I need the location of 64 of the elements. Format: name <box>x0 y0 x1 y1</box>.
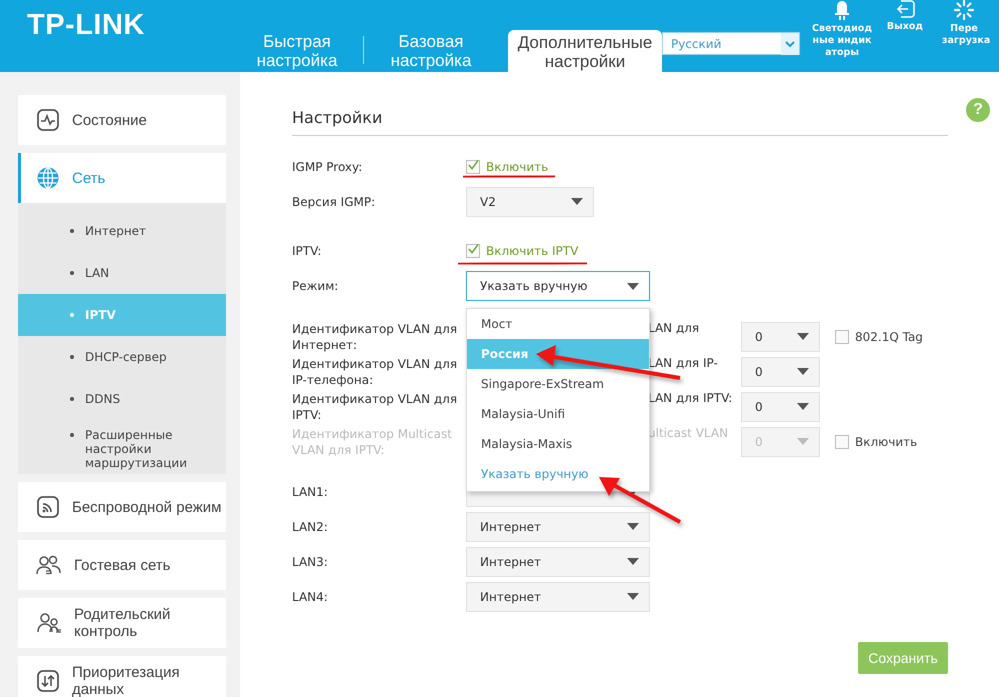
dropdown-field[interactable]: Интернет <box>466 512 650 542</box>
menu-option[interactable]: Мост <box>467 309 649 339</box>
dropdown-field[interactable]: Интернет <box>466 546 650 576</box>
field-label: Версия IGMP: <box>292 194 376 208</box>
checkbox-label: Включить <box>855 434 918 448</box>
caret-icon <box>627 558 639 565</box>
spinner-icon <box>954 0 974 20</box>
dropdown-field[interactable]: 0 <box>741 392 820 422</box>
dropdown-field[interactable]: V2 <box>466 186 594 216</box>
arrows-icon <box>36 669 60 693</box>
checkbox-label: 802.1Q Tag <box>855 330 923 344</box>
submenu-item[interactable]: LAN <box>18 252 226 294</box>
sidebar-item[interactable]: Приоритезация данных <box>18 656 226 697</box>
caret-icon <box>627 523 639 530</box>
dropdown-field: 0 <box>741 426 820 456</box>
field-label: LAN1: <box>292 484 329 498</box>
people-icon <box>36 612 62 634</box>
section-title: Настройки <box>292 108 384 128</box>
bulb-icon <box>834 0 850 20</box>
field-label: Идентификатор VLAN для Интернет: <box>292 320 458 352</box>
field-label: Идентификатор VLAN для IP-телефона: <box>292 356 458 388</box>
menu-option[interactable]: Malaysia-Unifi <box>467 399 649 429</box>
field-label: LAN3: <box>292 554 329 568</box>
checkbox-label: Включить <box>486 160 548 174</box>
submenu-item[interactable]: DDNS <box>18 378 226 420</box>
dropdown-field[interactable]: Указать вручную <box>466 271 650 301</box>
checkbox[interactable] <box>466 160 480 174</box>
people-icon <box>36 554 62 576</box>
wifi-icon <box>36 495 60 519</box>
menu-option[interactable]: Malaysia-Maxis <box>467 429 649 459</box>
sidebar-item[interactable]: Родительский контроль <box>18 598 226 648</box>
menu-option[interactable]: Singapore-ExStream <box>467 369 649 399</box>
pulse-icon <box>36 108 60 132</box>
sidebar-item[interactable]: Беспроводной режим <box>18 482 226 532</box>
caret-icon <box>797 368 809 375</box>
caret-icon <box>627 593 639 600</box>
logout-icon <box>895 0 915 18</box>
checkbox[interactable] <box>466 244 480 258</box>
checkbox-label: Включить IPTV <box>486 244 578 258</box>
dropdown-field[interactable]: 0 <box>741 322 820 352</box>
dropdown-field[interactable]: 0 <box>741 356 820 386</box>
caret-icon <box>797 438 809 445</box>
nav-tab[interactable]: Дополнительные настройки <box>508 30 662 72</box>
dropdown-field[interactable]: Интернет <box>466 582 650 612</box>
field-label: IGMP Proxy: <box>292 160 364 174</box>
field-label: Идентификатор VLAN для IPTV: <box>292 390 458 422</box>
caret-icon <box>627 282 639 290</box>
checkbox[interactable] <box>835 330 849 344</box>
submenu-item[interactable]: Расширенные настройки маршрутизации <box>18 420 226 472</box>
field-label: Режим: <box>292 279 340 293</box>
caret-icon <box>797 403 809 410</box>
field-label: IPTV: <box>292 244 322 258</box>
field-label: LAN4: <box>292 590 329 604</box>
caret-icon <box>797 333 809 340</box>
submenu-item[interactable]: Интернет <box>18 210 226 252</box>
chevron-icon <box>781 32 799 54</box>
sidebar-item[interactable]: Состояние <box>18 95 226 145</box>
field-label: Идентификатор Multicast VLAN для IPTV: <box>292 426 453 458</box>
submenu-item[interactable]: DHCP-сервер <box>18 336 226 378</box>
globe-icon <box>36 166 60 190</box>
sidebar-item[interactable]: Гостевая сеть <box>18 540 226 590</box>
logo: TP-LINK <box>27 9 145 42</box>
caret-icon <box>571 198 583 205</box>
field-label: LAN2: <box>292 520 329 534</box>
